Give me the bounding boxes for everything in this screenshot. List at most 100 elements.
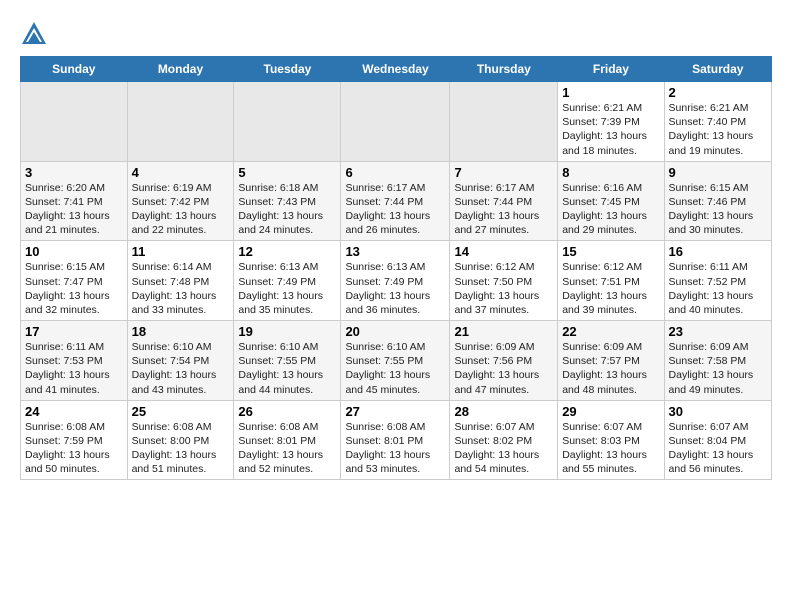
- day-info: Sunrise: 6:15 AM Sunset: 7:46 PM Dayligh…: [669, 181, 767, 238]
- day-info: Sunrise: 6:09 AM Sunset: 7:57 PM Dayligh…: [562, 340, 659, 397]
- day-number: 25: [132, 404, 230, 419]
- day-info: Sunrise: 6:09 AM Sunset: 7:56 PM Dayligh…: [454, 340, 553, 397]
- day-number: 26: [238, 404, 336, 419]
- day-number: 6: [345, 165, 445, 180]
- calendar-week-row: 3Sunrise: 6:20 AM Sunset: 7:41 PM Daylig…: [21, 161, 772, 241]
- day-number: 5: [238, 165, 336, 180]
- day-number: 27: [345, 404, 445, 419]
- day-info: Sunrise: 6:20 AM Sunset: 7:41 PM Dayligh…: [25, 181, 123, 238]
- day-number: 7: [454, 165, 553, 180]
- day-number: 20: [345, 324, 445, 339]
- calendar-cell: 10Sunrise: 6:15 AM Sunset: 7:47 PM Dayli…: [21, 241, 128, 321]
- weekday-header: Friday: [558, 57, 664, 82]
- day-info: Sunrise: 6:12 AM Sunset: 7:51 PM Dayligh…: [562, 260, 659, 317]
- weekday-header: Thursday: [450, 57, 558, 82]
- weekday-header: Tuesday: [234, 57, 341, 82]
- day-number: 17: [25, 324, 123, 339]
- calendar-cell: 16Sunrise: 6:11 AM Sunset: 7:52 PM Dayli…: [664, 241, 771, 321]
- day-info: Sunrise: 6:08 AM Sunset: 7:59 PM Dayligh…: [25, 420, 123, 477]
- day-info: Sunrise: 6:15 AM Sunset: 7:47 PM Dayligh…: [25, 260, 123, 317]
- calendar-cell: 21Sunrise: 6:09 AM Sunset: 7:56 PM Dayli…: [450, 321, 558, 401]
- logo: [20, 20, 52, 48]
- calendar-cell: 25Sunrise: 6:08 AM Sunset: 8:00 PM Dayli…: [127, 400, 234, 480]
- day-info: Sunrise: 6:17 AM Sunset: 7:44 PM Dayligh…: [345, 181, 445, 238]
- weekday-header: Saturday: [664, 57, 771, 82]
- day-number: 18: [132, 324, 230, 339]
- calendar-cell: 23Sunrise: 6:09 AM Sunset: 7:58 PM Dayli…: [664, 321, 771, 401]
- day-info: Sunrise: 6:13 AM Sunset: 7:49 PM Dayligh…: [345, 260, 445, 317]
- calendar-cell: 20Sunrise: 6:10 AM Sunset: 7:55 PM Dayli…: [341, 321, 450, 401]
- calendar-cell: 8Sunrise: 6:16 AM Sunset: 7:45 PM Daylig…: [558, 161, 664, 241]
- calendar-cell: 17Sunrise: 6:11 AM Sunset: 7:53 PM Dayli…: [21, 321, 128, 401]
- page: SundayMondayTuesdayWednesdayThursdayFrid…: [0, 0, 792, 496]
- calendar-cell: 1Sunrise: 6:21 AM Sunset: 7:39 PM Daylig…: [558, 82, 664, 162]
- day-number: 13: [345, 244, 445, 259]
- day-info: Sunrise: 6:11 AM Sunset: 7:52 PM Dayligh…: [669, 260, 767, 317]
- calendar-cell: 11Sunrise: 6:14 AM Sunset: 7:48 PM Dayli…: [127, 241, 234, 321]
- calendar-cell: 7Sunrise: 6:17 AM Sunset: 7:44 PM Daylig…: [450, 161, 558, 241]
- calendar-cell: 3Sunrise: 6:20 AM Sunset: 7:41 PM Daylig…: [21, 161, 128, 241]
- calendar-cell: 14Sunrise: 6:12 AM Sunset: 7:50 PM Dayli…: [450, 241, 558, 321]
- calendar-week-row: 1Sunrise: 6:21 AM Sunset: 7:39 PM Daylig…: [21, 82, 772, 162]
- day-info: Sunrise: 6:21 AM Sunset: 7:39 PM Dayligh…: [562, 101, 659, 158]
- day-number: 21: [454, 324, 553, 339]
- day-info: Sunrise: 6:07 AM Sunset: 8:03 PM Dayligh…: [562, 420, 659, 477]
- weekday-header: Wednesday: [341, 57, 450, 82]
- day-number: 23: [669, 324, 767, 339]
- day-info: Sunrise: 6:12 AM Sunset: 7:50 PM Dayligh…: [454, 260, 553, 317]
- calendar-cell: 2Sunrise: 6:21 AM Sunset: 7:40 PM Daylig…: [664, 82, 771, 162]
- day-info: Sunrise: 6:11 AM Sunset: 7:53 PM Dayligh…: [25, 340, 123, 397]
- day-number: 9: [669, 165, 767, 180]
- day-info: Sunrise: 6:16 AM Sunset: 7:45 PM Dayligh…: [562, 181, 659, 238]
- calendar-cell: [21, 82, 128, 162]
- day-number: 4: [132, 165, 230, 180]
- calendar-cell: 24Sunrise: 6:08 AM Sunset: 7:59 PM Dayli…: [21, 400, 128, 480]
- day-number: 8: [562, 165, 659, 180]
- day-info: Sunrise: 6:13 AM Sunset: 7:49 PM Dayligh…: [238, 260, 336, 317]
- calendar-cell: 29Sunrise: 6:07 AM Sunset: 8:03 PM Dayli…: [558, 400, 664, 480]
- weekday-header: Monday: [127, 57, 234, 82]
- calendar-cell: [234, 82, 341, 162]
- calendar-week-row: 24Sunrise: 6:08 AM Sunset: 7:59 PM Dayli…: [21, 400, 772, 480]
- day-number: 30: [669, 404, 767, 419]
- calendar-cell: 13Sunrise: 6:13 AM Sunset: 7:49 PM Dayli…: [341, 241, 450, 321]
- day-number: 24: [25, 404, 123, 419]
- day-number: 12: [238, 244, 336, 259]
- calendar-cell: [127, 82, 234, 162]
- day-number: 10: [25, 244, 123, 259]
- day-number: 19: [238, 324, 336, 339]
- day-info: Sunrise: 6:10 AM Sunset: 7:55 PM Dayligh…: [238, 340, 336, 397]
- day-info: Sunrise: 6:09 AM Sunset: 7:58 PM Dayligh…: [669, 340, 767, 397]
- calendar-cell: 26Sunrise: 6:08 AM Sunset: 8:01 PM Dayli…: [234, 400, 341, 480]
- day-number: 11: [132, 244, 230, 259]
- calendar-cell: 27Sunrise: 6:08 AM Sunset: 8:01 PM Dayli…: [341, 400, 450, 480]
- day-number: 14: [454, 244, 553, 259]
- calendar-cell: [341, 82, 450, 162]
- calendar-cell: 22Sunrise: 6:09 AM Sunset: 7:57 PM Dayli…: [558, 321, 664, 401]
- day-info: Sunrise: 6:07 AM Sunset: 8:02 PM Dayligh…: [454, 420, 553, 477]
- day-info: Sunrise: 6:17 AM Sunset: 7:44 PM Dayligh…: [454, 181, 553, 238]
- day-info: Sunrise: 6:08 AM Sunset: 8:01 PM Dayligh…: [238, 420, 336, 477]
- day-number: 2: [669, 85, 767, 100]
- calendar-cell: 5Sunrise: 6:18 AM Sunset: 7:43 PM Daylig…: [234, 161, 341, 241]
- day-info: Sunrise: 6:14 AM Sunset: 7:48 PM Dayligh…: [132, 260, 230, 317]
- day-number: 29: [562, 404, 659, 419]
- calendar-cell: 30Sunrise: 6:07 AM Sunset: 8:04 PM Dayli…: [664, 400, 771, 480]
- calendar-table: SundayMondayTuesdayWednesdayThursdayFrid…: [20, 56, 772, 480]
- calendar-cell: 6Sunrise: 6:17 AM Sunset: 7:44 PM Daylig…: [341, 161, 450, 241]
- calendar-cell: 28Sunrise: 6:07 AM Sunset: 8:02 PM Dayli…: [450, 400, 558, 480]
- day-info: Sunrise: 6:07 AM Sunset: 8:04 PM Dayligh…: [669, 420, 767, 477]
- day-info: Sunrise: 6:19 AM Sunset: 7:42 PM Dayligh…: [132, 181, 230, 238]
- day-info: Sunrise: 6:10 AM Sunset: 7:54 PM Dayligh…: [132, 340, 230, 397]
- weekday-header-row: SundayMondayTuesdayWednesdayThursdayFrid…: [21, 57, 772, 82]
- calendar-cell: 18Sunrise: 6:10 AM Sunset: 7:54 PM Dayli…: [127, 321, 234, 401]
- weekday-header: Sunday: [21, 57, 128, 82]
- day-number: 28: [454, 404, 553, 419]
- day-info: Sunrise: 6:08 AM Sunset: 8:00 PM Dayligh…: [132, 420, 230, 477]
- day-number: 16: [669, 244, 767, 259]
- day-info: Sunrise: 6:18 AM Sunset: 7:43 PM Dayligh…: [238, 181, 336, 238]
- day-number: 3: [25, 165, 123, 180]
- day-number: 1: [562, 85, 659, 100]
- calendar-week-row: 17Sunrise: 6:11 AM Sunset: 7:53 PM Dayli…: [21, 321, 772, 401]
- day-info: Sunrise: 6:08 AM Sunset: 8:01 PM Dayligh…: [345, 420, 445, 477]
